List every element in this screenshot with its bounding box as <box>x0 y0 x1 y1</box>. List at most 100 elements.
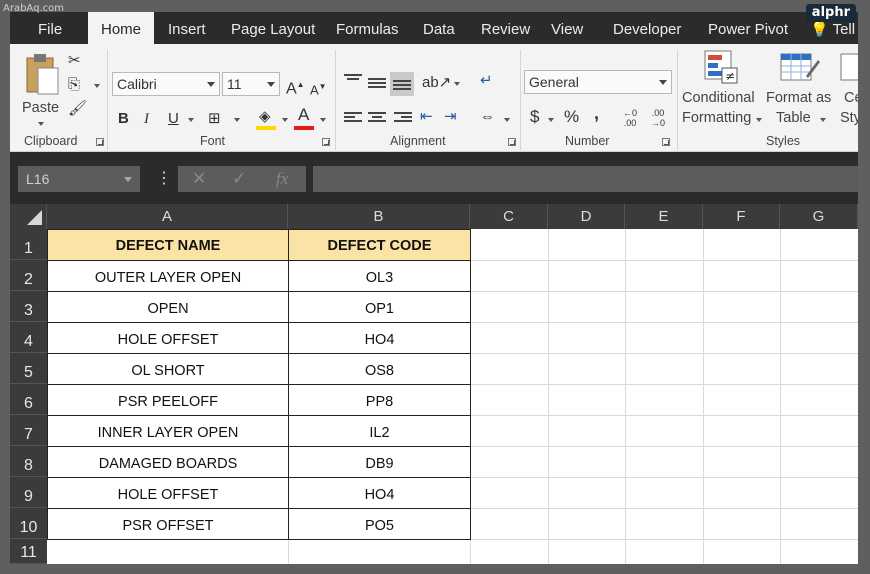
clipboard-launcher-icon[interactable] <box>96 138 104 146</box>
chevron-down-icon <box>124 177 132 182</box>
defect-name-cell[interactable]: HOLE OFFSET <box>48 322 288 353</box>
number-launcher-icon[interactable] <box>662 138 670 146</box>
format-as-table-button[interactable]: Format as Table <box>766 50 836 134</box>
comma-button[interactable]: , <box>594 104 599 122</box>
tab-developer[interactable]: Developer <box>613 12 681 44</box>
alignment-group-label: Alignment <box>390 134 446 148</box>
tab-review[interactable]: Review <box>481 12 530 44</box>
align-left-icon[interactable] <box>344 112 362 126</box>
alignment-launcher-icon[interactable] <box>508 138 516 146</box>
top-align-icon[interactable] <box>344 74 362 88</box>
decrease-decimal-button[interactable]: .00 →0 <box>648 108 668 128</box>
row-header[interactable]: 7 <box>10 415 47 446</box>
row-header[interactable]: 6 <box>10 384 47 415</box>
column-header-e[interactable]: E <box>625 204 703 229</box>
tab-power-pivot[interactable]: Power Pivot <box>708 12 788 44</box>
orientation-icon[interactable]: ab↗ <box>422 74 451 92</box>
conditional-formatting-button[interactable]: ≠ Conditional Formatting <box>682 50 762 134</box>
tab-home[interactable]: Home <box>88 12 154 44</box>
percent-button[interactable]: % <box>564 108 579 126</box>
grow-font-icon[interactable]: A▲ <box>286 76 305 98</box>
column-header-g[interactable]: G <box>780 204 858 229</box>
tab-view[interactable]: View <box>551 12 583 44</box>
tab-insert[interactable]: Insert <box>168 12 206 44</box>
tab-formulas[interactable]: Formulas <box>336 12 399 44</box>
number-format-select[interactable]: General <box>524 70 672 94</box>
italic-button[interactable]: I <box>144 110 149 128</box>
tab-data[interactable]: Data <box>423 12 455 44</box>
column-header-f[interactable]: F <box>703 204 780 229</box>
defect-name-cell[interactable]: DAMAGED BOARDS <box>48 446 288 477</box>
defect-name-cell[interactable]: OPEN <box>48 291 288 322</box>
row-header[interactable]: 2 <box>10 260 47 291</box>
tab-file[interactable]: File <box>38 12 62 44</box>
header-defect-code[interactable]: DEFECT CODE <box>289 229 470 260</box>
middle-align-icon[interactable] <box>368 78 386 92</box>
row-header[interactable]: 11 <box>10 539 47 564</box>
tab-page-layout[interactable]: Page Layout <box>231 12 315 44</box>
increase-indent-icon[interactable]: ⇥ <box>444 108 457 126</box>
font-size-select[interactable]: 11 <box>222 72 280 96</box>
shrink-font-icon[interactable]: A▼ <box>310 78 327 99</box>
wrap-text-icon[interactable]: ↵ <box>480 72 493 90</box>
defect-code-cell[interactable]: PP8 <box>289 384 470 415</box>
align-center-icon[interactable] <box>368 112 386 126</box>
defect-name-cell[interactable]: PSR OFFSET <box>48 508 288 539</box>
defect-code-cell[interactable]: DB9 <box>289 446 470 477</box>
column-header-c[interactable]: C <box>470 204 548 229</box>
defect-name-cell[interactable]: OUTER LAYER OPEN <box>48 260 288 291</box>
bottom-align-selected[interactable] <box>390 72 414 96</box>
cancel-icon[interactable]: ✕ <box>192 166 206 192</box>
defect-code-cell[interactable]: IL2 <box>289 415 470 446</box>
align-right-icon[interactable] <box>394 112 412 126</box>
defect-code-cell[interactable]: OP1 <box>289 291 470 322</box>
borders-icon[interactable]: ⊞ <box>208 110 221 128</box>
defect-name-cell[interactable]: INNER LAYER OPEN <box>48 415 288 446</box>
name-box[interactable]: L16 <box>18 166 140 192</box>
row-header[interactable]: 1 <box>10 229 47 260</box>
row-header[interactable]: 5 <box>10 353 47 384</box>
row-header[interactable]: 9 <box>10 477 47 508</box>
underline-button[interactable]: U <box>168 110 179 128</box>
font-name-select[interactable]: Calibri <box>112 72 220 96</box>
defect-code-cell[interactable]: OL3 <box>289 260 470 291</box>
header-defect-name[interactable]: DEFECT NAME <box>48 229 288 260</box>
defect-name-cell[interactable]: PSR PEELOFF <box>48 384 288 415</box>
more-options-icon[interactable]: ⋮ <box>156 166 172 192</box>
font-launcher-icon[interactable] <box>322 138 330 146</box>
increase-decimal-button[interactable]: ←0 .00 <box>620 108 640 128</box>
font-color-button[interactable]: A <box>294 106 316 130</box>
formula-buttons: ✕ ✓ fx <box>178 166 306 192</box>
defect-code-cell[interactable]: PO5 <box>289 508 470 539</box>
fill-color-button[interactable]: ◈ <box>256 108 278 130</box>
row-header[interactable]: 4 <box>10 322 47 353</box>
defect-code-cell[interactable]: HO4 <box>289 477 470 508</box>
row-header[interactable]: 8 <box>10 446 47 477</box>
copy-icon[interactable]: ⎘ <box>68 76 80 94</box>
tell-me-label: Tell <box>832 21 856 38</box>
currency-button[interactable]: $ <box>530 108 539 126</box>
paste-button[interactable]: Paste <box>22 50 62 130</box>
bold-button[interactable]: B <box>118 110 129 128</box>
insert-function-icon[interactable]: fx <box>276 166 288 192</box>
column-header-a[interactable]: A <box>47 204 288 229</box>
font-name-value: Calibri <box>117 76 157 92</box>
enter-icon[interactable]: ✓ <box>232 166 246 192</box>
defect-name-cell[interactable]: HOLE OFFSET <box>48 477 288 508</box>
cell-styles-button[interactable]: Ce Styl <box>838 50 858 134</box>
row-header[interactable]: 3 <box>10 291 47 322</box>
column-header-d[interactable]: D <box>548 204 625 229</box>
row-header[interactable]: 10 <box>10 508 47 539</box>
format-painter-icon[interactable]: 🖌 <box>68 100 87 118</box>
paste-icon <box>26 54 59 95</box>
decrease-indent-icon[interactable]: ⇤ <box>420 108 433 126</box>
defect-name-cell[interactable]: OL SHORT <box>48 353 288 384</box>
defect-code-cell[interactable]: OS8 <box>289 353 470 384</box>
select-all-button[interactable] <box>10 204 47 229</box>
cut-icon[interactable]: ✂ <box>68 52 81 70</box>
merge-center-icon[interactable]: ⇔ <box>480 108 495 126</box>
defect-code-cell[interactable]: HO4 <box>289 322 470 353</box>
formula-input[interactable] <box>313 166 858 192</box>
column-header-b[interactable]: B <box>288 204 470 229</box>
conditional-formatting-label-1: Conditional <box>682 90 755 106</box>
